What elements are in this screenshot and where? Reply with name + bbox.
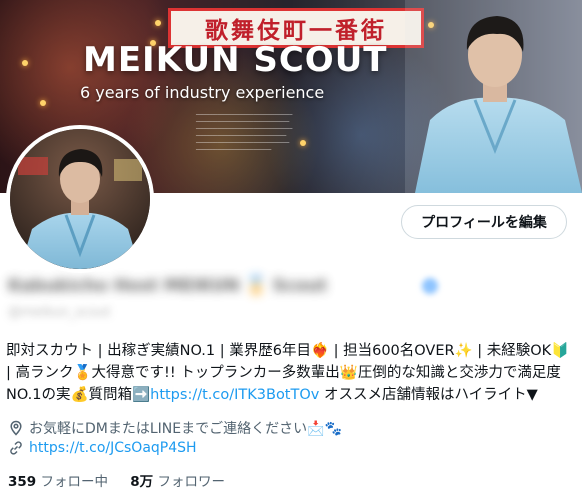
following-count: 359 xyxy=(8,474,37,490)
banner-light xyxy=(40,100,46,106)
bio-link[interactable]: https://t.co/ITK3BotTOv xyxy=(150,387,319,403)
bio-line-3: NO.1の実💰質問箱➡️https://t.co/ITK3BotTOv オススメ… xyxy=(6,384,576,406)
banner-person-image xyxy=(405,0,582,193)
link-icon xyxy=(10,441,22,455)
bio-line-2: | 高ランク🏅大得意です!! トップランカー多数輩出👑圧倒的な知識と交渉力で満足… xyxy=(6,365,561,381)
profile-handle: @meikun_scout xyxy=(8,305,111,320)
profile-avatar[interactable] xyxy=(6,125,154,273)
following-label: フォロー中 xyxy=(40,474,108,490)
followers-count: 8万 xyxy=(130,474,154,490)
followers-link[interactable]: 8万 フォロワー xyxy=(130,474,225,490)
bio-line-1: 即対スカウト | 出稼ぎ実績NO.1 | 業界歴6年目❤️‍🔥 | 担当600名… xyxy=(6,343,570,359)
location-pin-icon xyxy=(10,420,22,436)
edit-profile-button[interactable]: プロフィールを編集 xyxy=(401,205,567,239)
follow-stats: 359 フォロー中 8万 フォロワー xyxy=(8,470,243,490)
profile-location: お気軽にDMまたはLINEまでご連絡ください📩🐾 xyxy=(8,418,342,438)
banner-subtitle: 6 years of industry experience xyxy=(80,83,325,102)
banner-light xyxy=(22,60,28,66)
banner-title: MEIKUN SCOUT xyxy=(83,40,388,80)
bio-line-3-suffix: オススメ店舗情報はハイライト▼ xyxy=(319,387,538,403)
followers-label: フォロワー xyxy=(157,474,225,490)
avatar-image xyxy=(10,129,150,269)
profile-bio: 即対スカウト | 出稼ぎ実績NO.1 | 業界歴6年目❤️‍🔥 | 担当600名… xyxy=(6,340,576,406)
profile-website: https://t.co/JCsOaqP4SH xyxy=(8,440,197,456)
banner-light xyxy=(155,20,161,26)
following-link[interactable]: 359 フォロー中 xyxy=(8,474,108,490)
banner-small-print: ──────────────────────────────── ───────… xyxy=(196,112,293,153)
location-text: お気軽にDMまたはLINEまでご連絡ください📩🐾 xyxy=(29,421,342,437)
verified-badge-icon xyxy=(422,278,438,294)
display-name: Kabukicho Host MEIKUN 🏅 Scout xyxy=(8,276,327,296)
profile-page: 歌舞伎町一番街 MEIKUN SCOUT 6 years of industry… xyxy=(0,0,582,495)
website-link[interactable]: https://t.co/JCsOaqP4SH xyxy=(29,440,197,456)
bio-line-3-prefix: NO.1の実💰質問箱➡️ xyxy=(6,387,151,403)
